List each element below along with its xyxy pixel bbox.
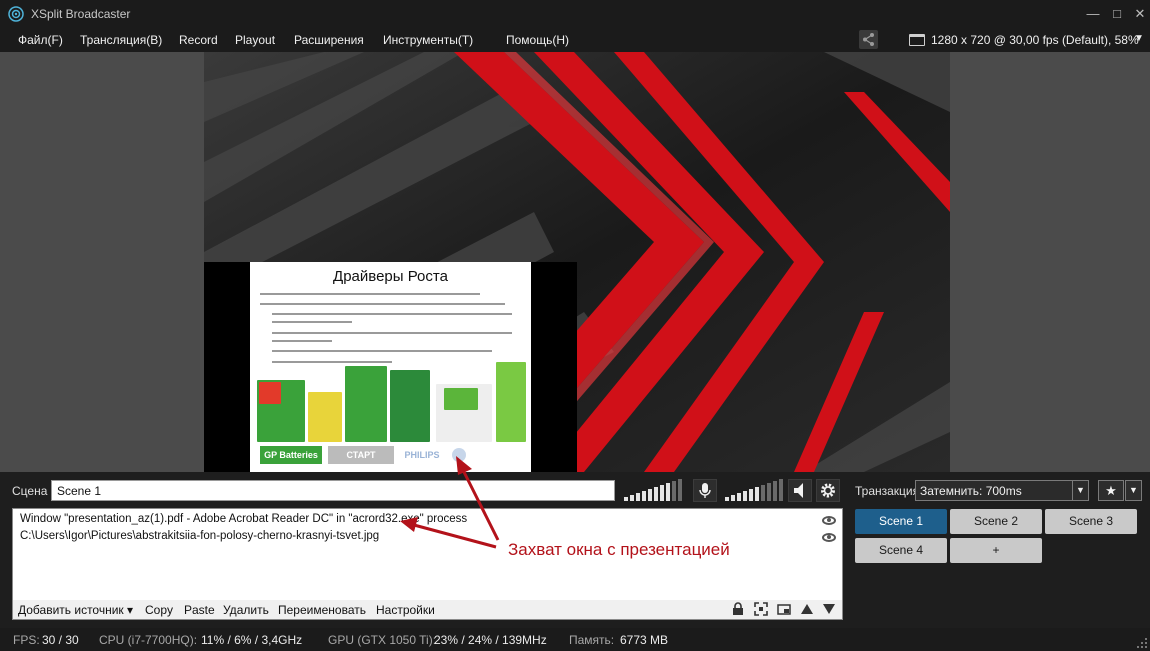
speaker-button[interactable] (788, 479, 812, 502)
product-pack (496, 362, 526, 442)
menu-file[interactable]: Файл(F) (18, 33, 63, 47)
title-bar: XSplit Broadcaster — □ ✕ (0, 0, 1150, 28)
slide-text-line (272, 313, 512, 315)
scene-button-3[interactable]: Scene 3 (1045, 509, 1137, 534)
microphone-icon (699, 483, 711, 498)
star-plus-icon: ★ (1105, 483, 1117, 498)
resolution-selector[interactable]: 1280 x 720 @ 30,00 fps (Default), 58% (931, 33, 1139, 47)
slide-text-line (272, 361, 392, 363)
fps-label: FPS: (13, 633, 40, 647)
gear-icon (821, 483, 835, 498)
speaker-volume-meter (725, 479, 787, 501)
share-button[interactable] (859, 30, 878, 49)
visibility-eye-icon[interactable] (822, 516, 836, 525)
slide-text-line (272, 340, 332, 342)
close-button[interactable]: ✕ (1129, 4, 1150, 24)
transition-label: Транзакция (855, 484, 920, 498)
rename-button[interactable]: Переименовать (278, 603, 366, 617)
annotation-caption: Захват окна с презентацией (508, 540, 730, 559)
chevron-down-icon[interactable]: ▼ (1134, 33, 1144, 44)
xsplit-logo-icon (8, 6, 24, 22)
maximize-button[interactable]: □ (1106, 4, 1128, 24)
minimize-button[interactable]: — (1082, 4, 1104, 24)
scene-name-input[interactable]: Scene 1 (51, 480, 615, 501)
menu-playout[interactable]: Playout (235, 33, 275, 47)
source-settings-button[interactable]: Настройки (376, 603, 435, 617)
settings-button[interactable] (816, 479, 840, 502)
lock-icon[interactable] (731, 602, 745, 616)
menu-record[interactable]: Record (179, 33, 218, 47)
menu-help[interactable]: Помощь(H) (506, 33, 569, 47)
slide-title: Драйверы Роста (333, 268, 448, 285)
move-up-icon[interactable] (800, 602, 814, 616)
cpu-value: 11% / 6% / 3,4GHz (201, 633, 303, 647)
product-pack (390, 370, 430, 442)
slide-text-line (272, 332, 512, 334)
app-title: XSplit Broadcaster (31, 7, 131, 21)
preview-canvas[interactable]: Драйверы Роста GP Batteries СТАРТ PHILIP… (204, 52, 950, 472)
paste-button[interactable]: Paste (184, 603, 215, 617)
slide-text-line (272, 321, 352, 323)
slide-text-line (260, 293, 480, 295)
menu-tools[interactable]: Инструменты(T) (383, 33, 473, 47)
add-source-button[interactable]: Добавить источник ▾ (18, 603, 133, 617)
cpu-label: CPU (i7-7700HQ): (99, 633, 198, 647)
speaker-icon (794, 483, 803, 498)
menu-broadcast[interactable]: Трансляция(B) (80, 33, 162, 47)
start-logo: СТАРТ (328, 446, 394, 464)
move-down-icon[interactable] (822, 602, 836, 616)
slide-text-line (272, 350, 492, 352)
scene-button-1[interactable]: Scene 1 (855, 509, 947, 534)
gpu-value: 23% / 24% / 139MHz (434, 633, 547, 647)
source-item-background-image[interactable]: C:\Users\Igor\Pictures\abstrakitsiia-fon… (20, 530, 379, 542)
product-pack (444, 388, 478, 410)
memory-value: 6773 MB (620, 633, 669, 647)
logo-mark-icon (452, 448, 466, 462)
source-item-window-capture[interactable]: Window "presentation_az(1).pdf - Adobe A… (20, 513, 467, 525)
product-pack (345, 366, 387, 442)
source-toolbar: Добавить источник ▾ Copy Paste Удалить П… (12, 600, 843, 620)
monitor-icon (909, 34, 925, 46)
add-scene-button[interactable]: + (950, 538, 1042, 563)
fps-value: 30 / 30 (42, 633, 79, 647)
microphone-button[interactable] (693, 479, 717, 502)
product-pack (259, 382, 281, 404)
chevron-down-icon[interactable]: ▼ (1072, 481, 1088, 500)
delete-button[interactable]: Удалить (223, 603, 269, 617)
chevron-down-icon[interactable]: ▼ (1125, 480, 1142, 501)
slide-text-line (260, 303, 505, 305)
gp-batteries-logo: GP Batteries (260, 446, 322, 464)
resize-grip-icon[interactable] (1136, 637, 1148, 649)
picture-in-picture-icon[interactable] (777, 602, 791, 616)
add-transition-button[interactable]: ★ (1098, 480, 1124, 501)
philips-logo: PHILIPS (404, 450, 440, 460)
transition-value: Затемнить: 700ms (920, 484, 1022, 498)
microphone-volume-meter (624, 479, 686, 501)
share-icon (863, 33, 874, 46)
captured-window: Драйверы Роста GP Batteries СТАРТ PHILIP… (204, 262, 577, 472)
visibility-eye-icon[interactable] (822, 533, 836, 542)
memory-label: Память: (569, 633, 615, 647)
presentation-slide: Драйверы Роста GP Batteries СТАРТ PHILIP… (250, 262, 531, 472)
menu-extensions[interactable]: Расширения (294, 33, 364, 47)
copy-button[interactable]: Copy (145, 603, 173, 617)
product-pack (308, 392, 342, 442)
gpu-label: GPU (GTX 1050 Ti): (328, 633, 437, 647)
scene-button-2[interactable]: Scene 2 (950, 509, 1042, 534)
transition-select[interactable]: Затемнить: 700ms ▼ (915, 480, 1089, 501)
fit-screen-icon[interactable] (754, 602, 768, 616)
scene-label: Сцена (12, 484, 48, 498)
scene-button-4[interactable]: Scene 4 (855, 538, 947, 563)
